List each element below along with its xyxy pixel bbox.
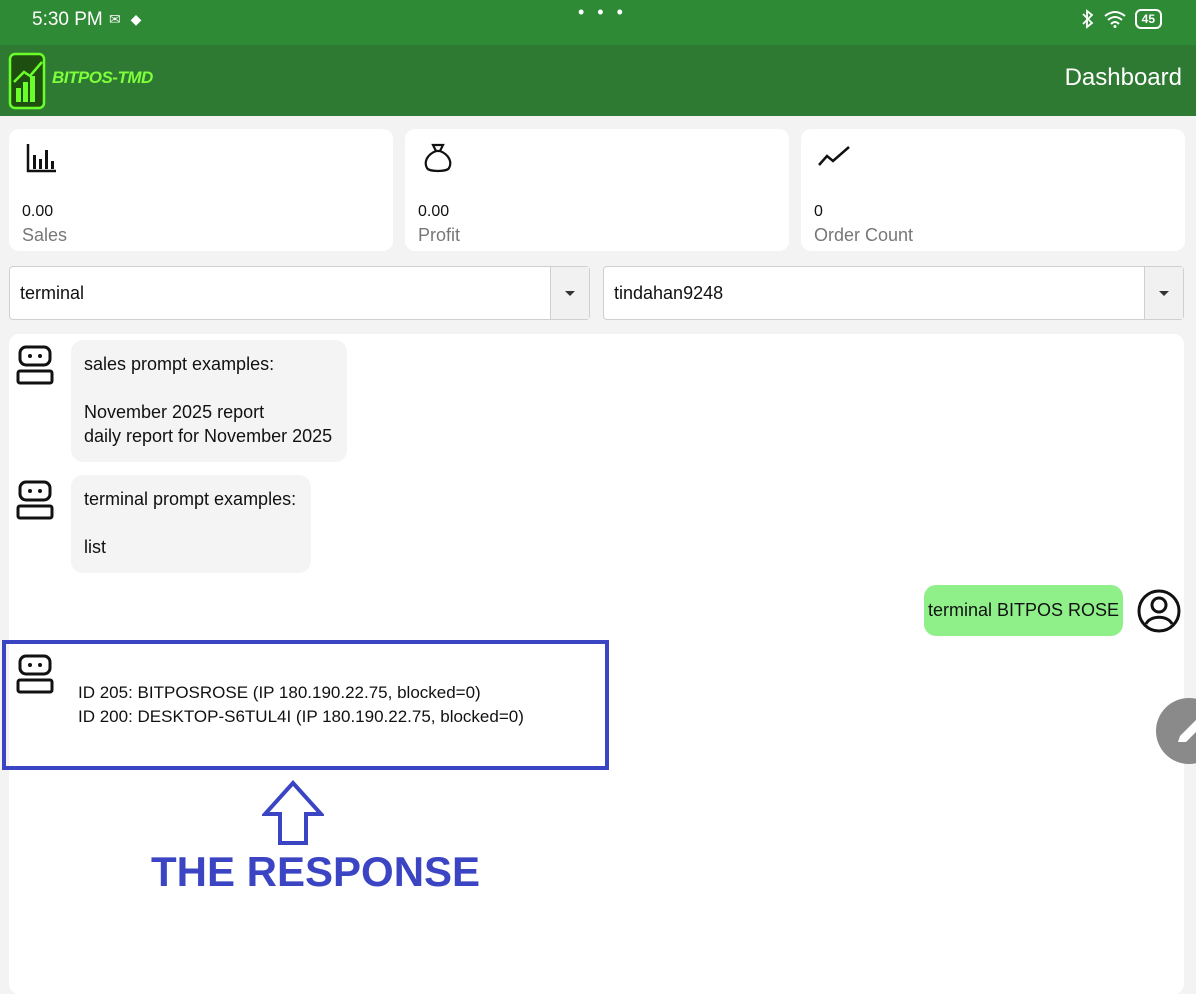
battery-indicator: 45 [1134,9,1162,29]
app-bar: BITPOS-TMD Dashboard [0,45,1196,116]
robot-icon [16,480,54,520]
app-logo[interactable]: BITPOS-TMD [8,52,158,110]
annotation-label: THE RESPONSE [151,848,481,895]
money-bag-icon [424,143,452,173]
order-count-value: 0 [814,203,823,220]
bar-chart-icon [26,144,56,173]
user-avatar-icon [1137,589,1181,633]
order-count-card[interactable]: 0 Order Count [801,129,1185,251]
sales-card[interactable]: 0.00 Sales [9,129,393,251]
mode-select-value: terminal [20,283,85,303]
profit-label: Profit [418,225,461,245]
status-right-icons: 45 [1081,9,1162,29]
bot-message-terminal-examples: terminal prompt examples: list [71,475,311,573]
phone-chart-logo-icon [8,52,46,110]
bot-message-sales-examples: sales prompt examples: November 2025 rep… [71,340,347,462]
status-bar: 5:30 PM ✉ ◆ • • • 45 [0,0,1196,45]
status-time: 5:30 PM [32,9,103,30]
pencil-icon [1178,720,1196,742]
more-dots-icon: • • • [578,2,627,22]
profit-value: 0.00 [418,203,450,220]
notification-icons: ✉ ◆ [109,11,145,27]
trend-line-icon [818,146,850,166]
response-highlight-box [2,640,609,770]
robot-icon [16,345,54,385]
profit-card[interactable]: 0.00 Profit [405,129,789,251]
order-count-label: Order Count [814,225,914,245]
store-select[interactable]: tindahan9248 [603,266,1184,320]
mode-select[interactable]: terminal [9,266,590,320]
logo-text: BITPOS-TMD [52,68,153,87]
chevron-down-icon[interactable] [550,267,589,319]
user-message: terminal BITPOS ROSE [924,585,1123,636]
wifi-icon [1104,11,1126,28]
sales-label: Sales [22,225,68,245]
chevron-down-icon[interactable] [1144,267,1183,319]
store-select-value: tindahan9248 [614,283,724,303]
bluetooth-icon [1082,9,1093,29]
page-title: Dashboard [1064,64,1182,91]
sales-value: 0.00 [22,203,54,220]
up-arrow-annotation-icon [262,780,324,845]
